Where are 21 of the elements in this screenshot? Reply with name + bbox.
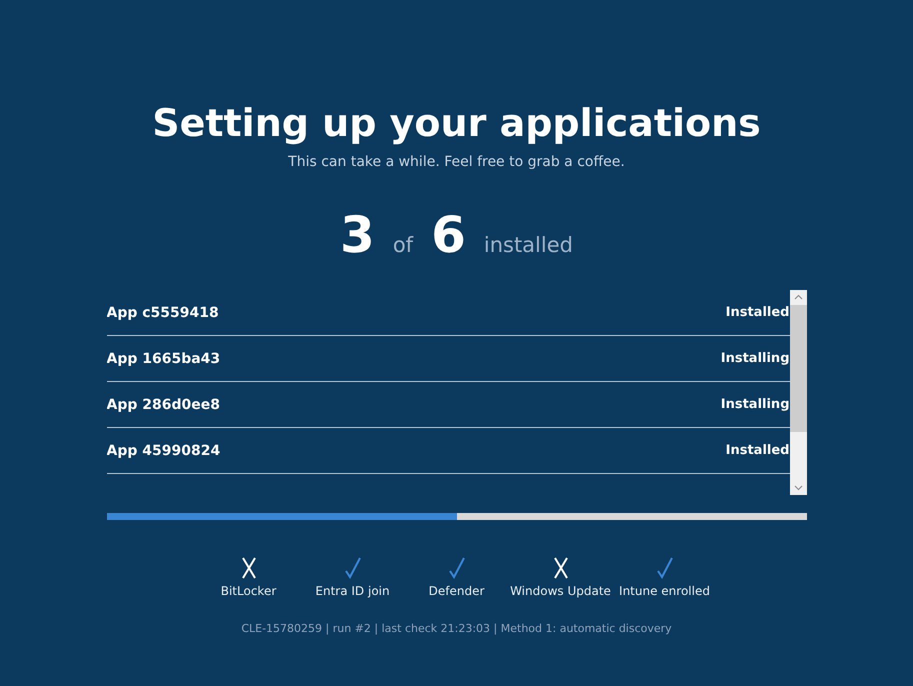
installed-count: 3 bbox=[340, 206, 375, 264]
app-name: App 45990824 bbox=[106, 442, 220, 458]
of-label: of bbox=[392, 233, 414, 257]
scrollbar[interactable] bbox=[790, 290, 806, 495]
app-status: Installing bbox=[720, 351, 790, 366]
status-footer: CLE-15780259 | run #2 | last check 21:23:03 | Method 1: automatic discovery bbox=[241, 622, 672, 635]
installed-label: installed bbox=[484, 233, 573, 257]
app-status: Installed bbox=[726, 443, 790, 458]
check-label: Windows Update bbox=[510, 584, 611, 598]
check-label: BitLocker bbox=[220, 584, 276, 598]
page-title: Setting up your applications bbox=[152, 100, 761, 147]
subtitle: This can take a while. Feel free to grab a coffee. bbox=[288, 154, 625, 170]
check-label: Intune enrolled bbox=[619, 584, 710, 598]
app-status: Installed bbox=[726, 305, 790, 320]
app-name: App 286d0ee8 bbox=[106, 396, 220, 412]
check-label: Defender bbox=[428, 584, 484, 598]
app-status: Installing bbox=[720, 397, 790, 412]
app-name: App c5559418 bbox=[106, 304, 219, 320]
total-count: 6 bbox=[431, 206, 466, 264]
check-label: Entra ID join bbox=[315, 584, 390, 598]
app-name: App 1665ba43 bbox=[106, 350, 220, 366]
